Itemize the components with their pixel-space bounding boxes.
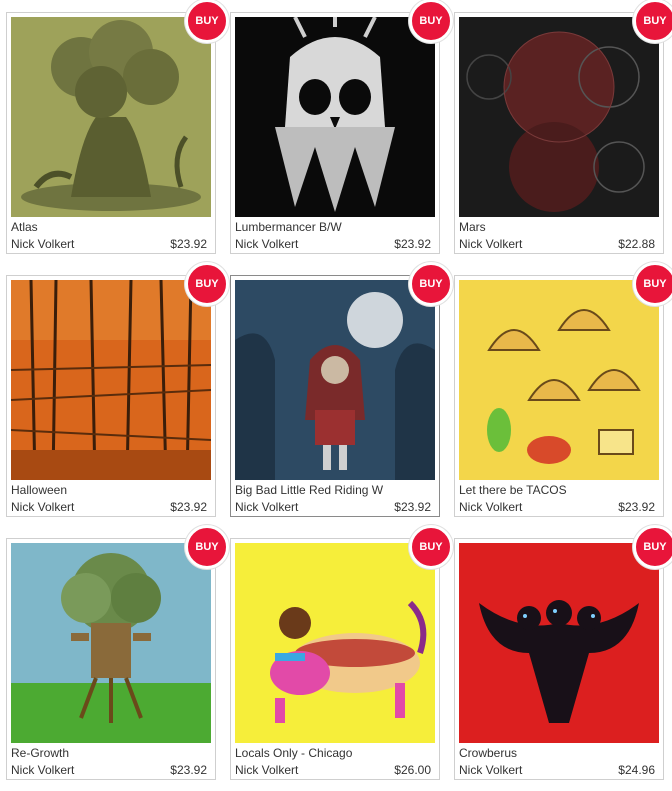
product-card[interactable]: Halloween Nick Volkert $23.92 BUY — [6, 262, 229, 517]
product-artwork[interactable] — [235, 280, 435, 480]
product-card[interactable]: Re-Growth Nick Volkert $23.92 BUY — [6, 525, 229, 780]
product-artist[interactable]: Nick Volkert — [459, 237, 522, 251]
tree-illustration — [11, 17, 211, 217]
planets-illustration — [459, 17, 659, 217]
buy-button[interactable]: BUY — [409, 0, 453, 43]
buy-button[interactable]: BUY — [185, 525, 229, 569]
product-artwork[interactable] — [459, 280, 659, 480]
product-artwork[interactable] — [11, 17, 211, 217]
product-title[interactable]: Crowberus — [459, 746, 649, 760]
product-artwork[interactable] — [235, 543, 435, 743]
product-title[interactable]: Halloween — [11, 483, 201, 497]
skull-illustration — [235, 17, 435, 217]
product-artwork[interactable] — [459, 17, 659, 217]
red-riding-hood-illustration — [235, 280, 435, 480]
product-artist[interactable]: Nick Volkert — [11, 763, 74, 777]
product-artwork[interactable] — [459, 543, 659, 743]
product-title[interactable]: Lumbermancer B/W — [235, 220, 425, 234]
product-price: $23.92 — [170, 500, 207, 514]
buy-button[interactable]: BUY — [633, 0, 672, 43]
product-artwork[interactable] — [235, 17, 435, 217]
product-card[interactable]: Crowberus Nick Volkert $24.96 BUY — [454, 525, 672, 780]
buy-button[interactable]: BUY — [185, 0, 229, 43]
buy-button[interactable]: BUY — [633, 525, 672, 569]
hotdog-dog-illustration — [235, 543, 435, 743]
product-artist[interactable]: Nick Volkert — [11, 500, 74, 514]
product-artist[interactable]: Nick Volkert — [235, 237, 298, 251]
product-price: $26.00 — [394, 763, 431, 777]
product-artist[interactable]: Nick Volkert — [235, 763, 298, 777]
product-price: $24.96 — [618, 763, 655, 777]
product-artist[interactable]: Nick Volkert — [235, 500, 298, 514]
buy-button[interactable]: BUY — [409, 525, 453, 569]
product-price: $23.92 — [170, 237, 207, 251]
product-title[interactable]: Re-Growth — [11, 746, 201, 760]
product-title[interactable]: Mars — [459, 220, 649, 234]
product-artist[interactable]: Nick Volkert — [459, 763, 522, 777]
buy-button[interactable]: BUY — [633, 262, 672, 306]
product-title[interactable]: Atlas — [11, 220, 201, 234]
product-card[interactable]: Lumbermancer B/W Nick Volkert $23.92 BUY — [230, 0, 453, 254]
product-price: $22.88 — [618, 237, 655, 251]
product-card[interactable]: Big Bad Little Red Riding W Nick Volkert… — [230, 262, 453, 517]
tacos-illustration — [459, 280, 659, 480]
product-card[interactable]: Mars Nick Volkert $22.88 BUY — [454, 0, 672, 254]
forest-illustration — [11, 280, 211, 480]
product-title[interactable]: Let there be TACOS — [459, 483, 649, 497]
product-card[interactable]: Atlas Nick Volkert $23.92 BUY — [6, 0, 229, 254]
buy-button[interactable]: BUY — [409, 262, 453, 306]
product-artist[interactable]: Nick Volkert — [11, 237, 74, 251]
buy-button[interactable]: BUY — [185, 262, 229, 306]
product-price: $23.92 — [170, 763, 207, 777]
product-artwork[interactable] — [11, 280, 211, 480]
product-title[interactable]: Locals Only - Chicago — [235, 746, 425, 760]
three-headed-crow-illustration — [459, 543, 659, 743]
tree-robot-illustration — [11, 543, 211, 743]
product-title[interactable]: Big Bad Little Red Riding W — [235, 483, 425, 497]
product-card[interactable]: Let there be TACOS Nick Volkert $23.92 B… — [454, 262, 672, 517]
product-artwork[interactable] — [11, 543, 211, 743]
product-card[interactable]: Locals Only - Chicago Nick Volkert $26.0… — [230, 525, 453, 780]
product-price: $23.92 — [618, 500, 655, 514]
product-artist[interactable]: Nick Volkert — [459, 500, 522, 514]
product-price: $23.92 — [394, 500, 431, 514]
product-price: $23.92 — [394, 237, 431, 251]
